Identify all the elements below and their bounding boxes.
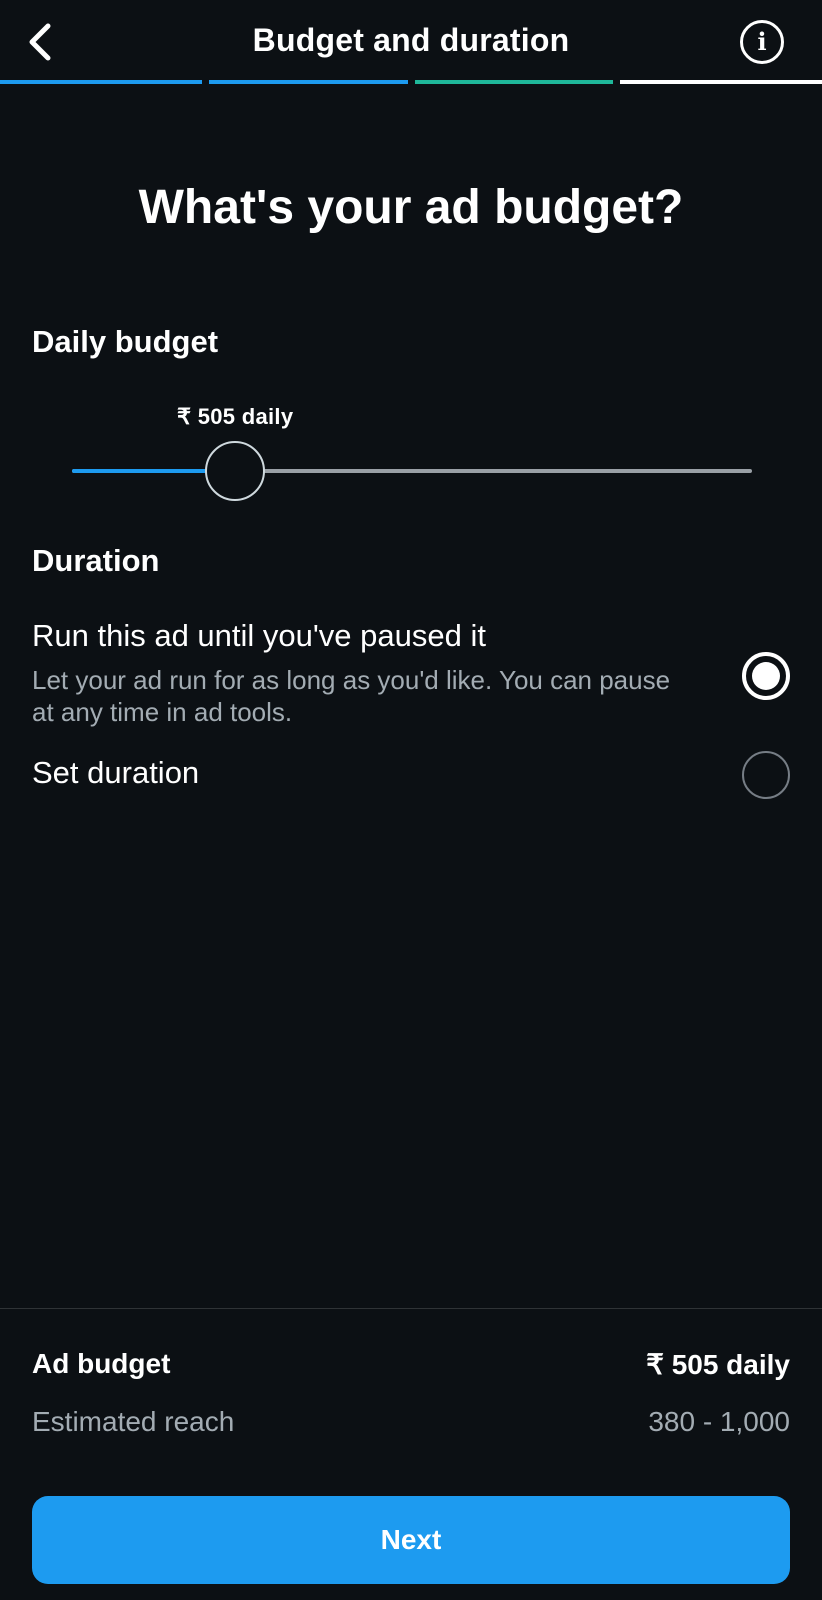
budget-duration-screen: Budget and duration i What's your ad bud… [0, 0, 822, 1600]
progress-bar [0, 80, 822, 84]
page-title: Budget and duration [252, 22, 570, 58]
daily-budget-label: Daily budget [32, 324, 219, 359]
next-button[interactable]: Next [32, 1496, 790, 1584]
estimated-reach-label: Estimated reach [32, 1406, 235, 1437]
ad-budget-row: Ad budget ₹ 505 daily [32, 1348, 790, 1381]
budget-slider[interactable]: ₹ 505 daily [72, 404, 752, 508]
option-set-duration[interactable]: Set duration [32, 751, 790, 799]
info-button[interactable]: i [740, 20, 784, 64]
radio-set-duration[interactable] [742, 751, 790, 799]
option-description: Let your ad run for as long as you'd lik… [32, 665, 671, 727]
info-icon: i [757, 27, 767, 56]
ad-budget-label: Ad budget [32, 1348, 171, 1379]
progress-step-4 [620, 80, 822, 84]
option-title: Set duration [32, 755, 200, 790]
radio-run-until-paused[interactable] [742, 652, 790, 700]
duration-label: Duration [32, 543, 160, 578]
header: Budget and duration i [0, 0, 822, 84]
progress-step-2 [209, 80, 408, 84]
option-run-until-paused[interactable]: Run this ad until you've paused it Let y… [32, 618, 790, 728]
budget-question-heading: What's your ad budget? [138, 181, 684, 234]
estimated-reach-row: Estimated reach 380 - 1,000 [32, 1406, 790, 1438]
slider-track[interactable] [72, 469, 752, 473]
option-title: Run this ad until you've paused it [32, 618, 486, 653]
progress-step-3 [415, 80, 613, 84]
slider-thumb[interactable] [205, 441, 266, 501]
progress-step-1 [0, 80, 202, 84]
footer-divider [0, 1308, 822, 1309]
slider-value-label: ₹ 505 daily [177, 404, 294, 429]
estimated-reach-value: 380 - 1,000 [648, 1406, 790, 1437]
ad-budget-value: ₹ 505 daily [646, 1349, 790, 1380]
